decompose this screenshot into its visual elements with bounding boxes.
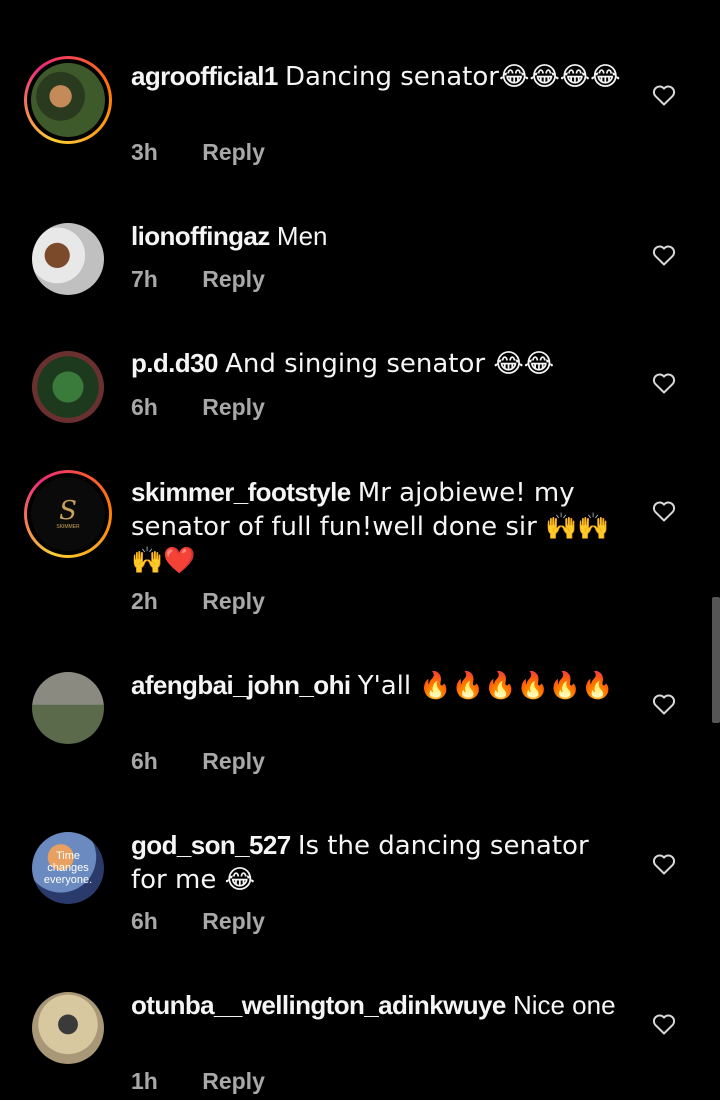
avatar[interactable]: [32, 672, 104, 744]
reply-button[interactable]: Reply: [202, 908, 265, 934]
avatar[interactable]: [32, 351, 104, 423]
reply-button[interactable]: Reply: [202, 139, 265, 165]
comment-time: 6h: [131, 908, 158, 934]
comment-username[interactable]: lionoffingaz: [131, 221, 270, 251]
like-heart-icon[interactable]: [652, 500, 676, 522]
comment-username[interactable]: afengbai_john_ohi: [131, 670, 351, 700]
avatar[interactable]: [24, 56, 112, 144]
like-heart-icon[interactable]: [652, 84, 676, 106]
comment-username[interactable]: skimmer_footstyle: [131, 477, 351, 507]
avatar-logo-text: SKIMMER: [56, 524, 80, 530]
comment-text: Nice one: [512, 990, 616, 1020]
skimmer-logo-icon: S: [59, 496, 77, 526]
scrollbar[interactable]: [712, 597, 720, 723]
reply-button[interactable]: Reply: [202, 266, 265, 292]
reply-button[interactable]: Reply: [202, 394, 265, 420]
comment-time: 7h: [131, 266, 158, 292]
like-heart-icon[interactable]: [652, 853, 676, 875]
like-heart-icon[interactable]: [652, 244, 676, 266]
comment-text: And singing senator 😂😂: [225, 349, 555, 379]
comment-username[interactable]: agroofficial1: [131, 61, 278, 91]
comment-text: Dancing senator😂😂😂😂: [285, 62, 621, 92]
avatar[interactable]: Time changes everyone.: [32, 832, 104, 904]
comment-time: 3h: [131, 139, 158, 165]
like-heart-icon[interactable]: [652, 372, 676, 394]
comment-text: Men: [276, 221, 328, 251]
comment-username[interactable]: otunba__wellington_adinkwuye: [131, 990, 506, 1020]
like-heart-icon[interactable]: [652, 693, 676, 715]
avatar-caption-text: Time changes everyone.: [43, 850, 93, 886]
avatar[interactable]: [32, 992, 104, 1064]
reply-button[interactable]: Reply: [202, 1068, 265, 1094]
comment-time: 2h: [131, 588, 158, 614]
like-heart-icon[interactable]: [652, 1013, 676, 1035]
comment-time: 1h: [131, 1068, 158, 1094]
reply-button[interactable]: Reply: [202, 588, 265, 614]
comment-text: Y'all 🔥🔥🔥🔥🔥🔥: [357, 671, 614, 701]
avatar[interactable]: S SKIMMER: [24, 470, 112, 558]
avatar[interactable]: [32, 223, 104, 295]
comment-time: 6h: [131, 748, 158, 774]
comment-username[interactable]: p.d.d30: [131, 348, 218, 378]
reply-button[interactable]: Reply: [202, 748, 265, 774]
comment-username[interactable]: god_son_527: [131, 830, 291, 860]
comment-time: 6h: [131, 394, 158, 420]
